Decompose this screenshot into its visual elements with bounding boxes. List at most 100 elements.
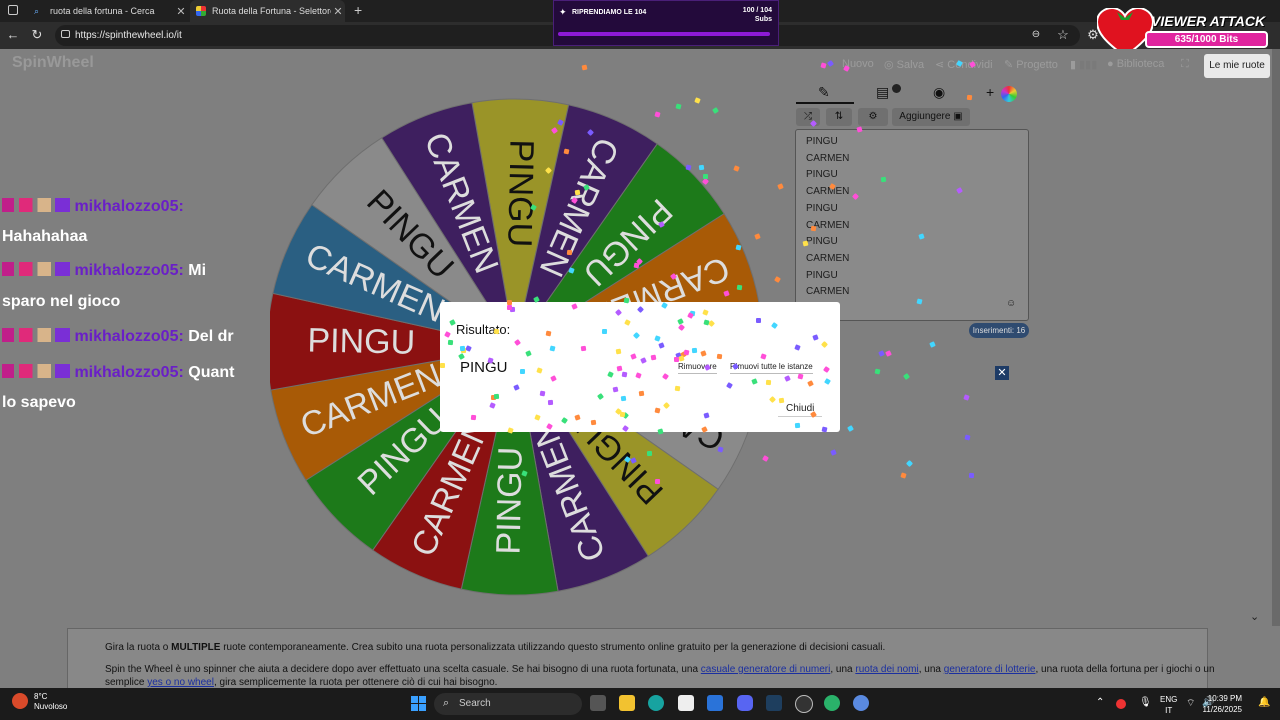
edge-browser-icon[interactable] bbox=[648, 695, 664, 711]
confetti-piece bbox=[440, 363, 446, 369]
chat-text: Quant bbox=[188, 364, 235, 381]
confetti-piece bbox=[520, 368, 526, 374]
menu-biblioteca[interactable]: ● Biblioteca bbox=[1107, 58, 1164, 70]
my-wheels-button[interactable]: Le mie ruote bbox=[1204, 54, 1270, 78]
tab-search[interactable]: ⌕ ruota della fortuna - Cerca ✕ bbox=[28, 0, 188, 22]
emoji-icon[interactable]: ☺ bbox=[1006, 298, 1016, 309]
tray-app-icon[interactable] bbox=[1116, 699, 1126, 709]
entries-textarea[interactable]: PINGU CARMEN PINGU CARMEN PINGU CARMEN PINGU CA… bbox=[795, 129, 1029, 321]
confetti-piece bbox=[736, 284, 743, 291]
description-paragraph-3: semplice yes o no wheel, gira sempliceme… bbox=[105, 677, 497, 688]
menu-condividi[interactable]: ⋖ Condividi bbox=[935, 58, 993, 71]
confetti-piece bbox=[601, 328, 608, 335]
tray-chevron-icon[interactable]: ⌃ bbox=[1096, 697, 1104, 708]
chat-username[interactable]: mikhalozzo05: bbox=[70, 262, 188, 279]
sort-button[interactable]: ⇅ bbox=[826, 108, 852, 126]
chevron-down-icon[interactable]: ⌄ bbox=[1250, 610, 1259, 623]
add-color-icon[interactable]: + bbox=[986, 84, 994, 100]
menu-salva[interactable]: ◎ Salva bbox=[884, 58, 924, 71]
new-tab-button[interactable]: + bbox=[354, 2, 362, 18]
confetti-piece bbox=[967, 94, 973, 101]
obs-icon[interactable] bbox=[795, 695, 813, 713]
chat-username[interactable]: mikhalozzo05: bbox=[70, 364, 188, 381]
menu-salva-label: Salva bbox=[896, 59, 925, 71]
mail-icon[interactable] bbox=[707, 695, 723, 711]
confetti-piece bbox=[683, 349, 690, 356]
menu-progetto[interactable]: ✎ Progetto bbox=[1004, 58, 1058, 71]
language-flag-icon[interactable]: ▮ ▮▮▮ bbox=[1070, 58, 1097, 71]
sub-goal-title: RIPRENDIAMO LE 104 bbox=[572, 9, 647, 16]
back-icon[interactable]: ← bbox=[5, 27, 21, 43]
confetti-piece bbox=[580, 345, 586, 351]
reload-icon[interactable]: ↻ bbox=[29, 27, 45, 43]
result-label: Risultato: bbox=[456, 322, 511, 337]
sub-goal-count: 100 / 104 Subs bbox=[743, 6, 772, 24]
menu-progetto-label: Progetto bbox=[1016, 59, 1058, 71]
confetti-piece bbox=[470, 414, 477, 420]
chat-badges-icon bbox=[2, 198, 70, 212]
share-icon: ⋖ bbox=[935, 59, 948, 71]
sub-goal-progress-bar bbox=[558, 32, 770, 36]
chat-badges-icon bbox=[2, 262, 70, 276]
close-x-icon[interactable]: ✕ bbox=[995, 366, 1009, 380]
link-number-generator[interactable]: casuale generatore di numeri bbox=[701, 664, 831, 675]
edit-tab-pencil-icon[interactable]: ✎ bbox=[818, 84, 830, 101]
close-tab-icon[interactable]: ✕ bbox=[331, 5, 345, 18]
clock-time: 10:39 PM bbox=[1207, 694, 1242, 703]
taskbar-search[interactable]: Search bbox=[434, 693, 582, 715]
save-icon: ◎ bbox=[884, 59, 897, 71]
microphone-icon[interactable]: 🎙 bbox=[1139, 697, 1152, 708]
confetti-piece bbox=[539, 390, 546, 397]
weather-desc: Nuvoloso bbox=[34, 702, 68, 711]
windows-start-icon[interactable] bbox=[411, 696, 426, 711]
site-logo[interactable]: SpinWheel bbox=[12, 54, 94, 72]
app-green-icon[interactable] bbox=[824, 695, 840, 711]
remove-all-button[interactable]: Rimuovi tutte le istanze bbox=[730, 362, 813, 374]
p3-text-b: , gira semplicemente la ruota per ottene… bbox=[213, 677, 498, 688]
close-tab-icon[interactable]: ✕ bbox=[174, 5, 188, 18]
wifi-icon[interactable]: ⌔ bbox=[1186, 697, 1195, 710]
result-value: PINGU bbox=[460, 359, 508, 376]
chat-username[interactable]: mikhalozzo05: bbox=[70, 198, 183, 215]
add-image-label: Aggiungere bbox=[899, 111, 951, 122]
hide-eye-icon[interactable]: ◉ bbox=[933, 84, 945, 101]
confetti-piece bbox=[678, 354, 685, 362]
more-icon[interactable]: ⊖ bbox=[1028, 27, 1044, 43]
page-scrollbar[interactable] bbox=[1272, 49, 1280, 626]
language-indicator[interactable]: ENG IT bbox=[1160, 694, 1177, 716]
file-explorer-icon[interactable] bbox=[619, 695, 635, 711]
settings-button[interactable]: ⚙ bbox=[858, 108, 888, 126]
link-lottery-generator[interactable]: generatore di lotterie bbox=[944, 664, 1036, 675]
tab-actions-icon[interactable] bbox=[8, 5, 18, 15]
discord-icon[interactable] bbox=[737, 695, 753, 711]
p1-text-a: Gira la ruota o bbox=[105, 642, 172, 653]
chat-text-continued: sparo nel gioco bbox=[2, 293, 121, 310]
app-blue-icon[interactable] bbox=[853, 695, 869, 711]
chat-username[interactable]: mikhalozzo05: bbox=[70, 328, 188, 345]
notification-bell-icon[interactable]: 🔔 bbox=[1258, 697, 1270, 708]
entry-item: PINGU bbox=[806, 236, 838, 248]
task-view-icon[interactable] bbox=[590, 695, 606, 711]
fullscreen-icon[interactable]: ⛶ bbox=[1181, 58, 1189, 71]
chat-message: mikhalozzo05: Del dr bbox=[2, 328, 234, 346]
confetti-piece bbox=[620, 395, 626, 402]
link-names-wheel[interactable]: ruota dei nomi bbox=[855, 664, 918, 675]
entry-item: CARMEN bbox=[806, 286, 850, 298]
link-yes-no-wheel[interactable]: yes o no wheel bbox=[147, 677, 214, 688]
favorite-star-icon[interactable]: ☆ bbox=[1055, 27, 1071, 43]
taskbar-clock[interactable]: 10:39 PM 11/26/2025 bbox=[1196, 693, 1242, 715]
lang-primary: ENG bbox=[1160, 695, 1178, 704]
site-info-icon[interactable] bbox=[61, 30, 70, 38]
store-icon[interactable] bbox=[678, 695, 694, 711]
confetti-piece bbox=[507, 304, 513, 310]
steam-icon[interactable] bbox=[766, 695, 782, 711]
weather-widget[interactable]: 8°C Nuvoloso bbox=[12, 692, 67, 712]
add-image-button[interactable]: Aggiungere ▣ bbox=[892, 108, 970, 126]
chat-message: mikhalozzo05: Quant bbox=[2, 364, 234, 382]
confetti-piece bbox=[716, 446, 724, 453]
tab-spinthewheel[interactable]: Ruota della Fortuna - Selettore P ✕ bbox=[190, 0, 345, 22]
color-wheel-icon[interactable] bbox=[1001, 86, 1017, 102]
confetti-piece bbox=[619, 412, 626, 418]
lang-secondary: IT bbox=[1165, 706, 1173, 715]
results-clipboard-icon[interactable]: ▤ bbox=[876, 84, 889, 101]
